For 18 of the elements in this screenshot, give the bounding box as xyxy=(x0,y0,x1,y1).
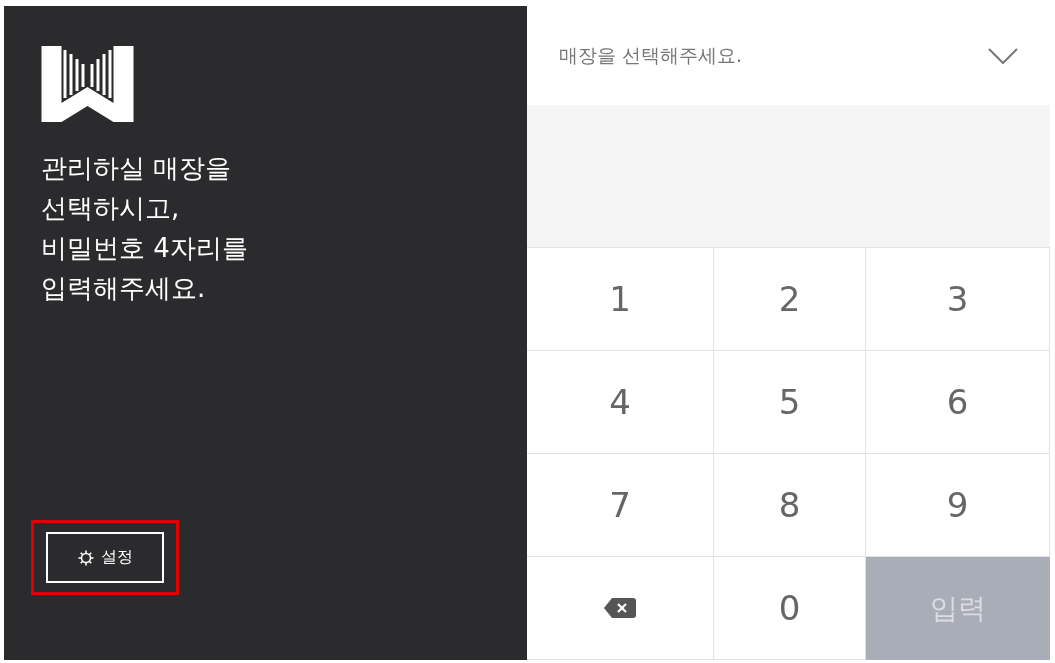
logo-icon xyxy=(41,46,134,122)
settings-icon xyxy=(77,549,94,566)
digit-key[interactable]: 6 xyxy=(866,351,1050,454)
store-dropdown[interactable]: 매장을 선택해주세요. xyxy=(527,6,1050,105)
digit-key[interactable]: 4 xyxy=(527,351,714,454)
chevron-down-icon xyxy=(988,47,1018,64)
digit-key[interactable]: 7 xyxy=(527,454,714,557)
digit-key[interactable]: 9 xyxy=(866,454,1050,557)
instruction-text: 관리하실 매장을 선택하시고, 비밀번호 4자리를 입력해주세요. xyxy=(41,152,249,305)
backspace-key[interactable] xyxy=(527,557,714,660)
settings-button[interactable]: 설정 xyxy=(46,532,164,583)
digit-key[interactable]: 2 xyxy=(714,248,866,351)
digit-key[interactable]: 5 xyxy=(714,351,866,454)
digit-key[interactable]: 8 xyxy=(714,454,866,557)
digit-key[interactable]: 1 xyxy=(527,248,714,351)
backspace-icon xyxy=(604,598,636,618)
digit-key[interactable]: 0 xyxy=(714,557,866,660)
digit-key[interactable]: 3 xyxy=(866,248,1050,351)
